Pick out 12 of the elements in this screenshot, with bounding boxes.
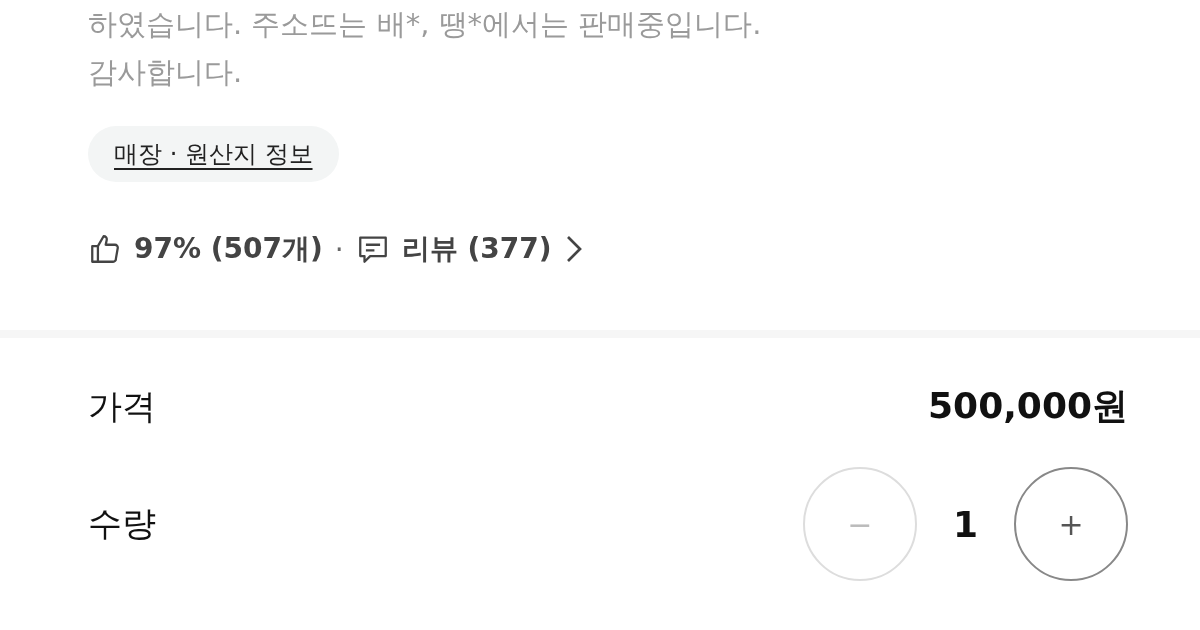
description-text: 하였습니다. 주소뜨는 배*, 땡*에서는 판매중입니다. <box>88 6 763 43</box>
review-count-link[interactable]: 리뷰 (377) <box>401 230 552 268</box>
thumbs-up-icon <box>88 232 122 266</box>
price-value: 500,000원 <box>928 384 1128 428</box>
description-text: 감사합니다. <box>88 54 244 91</box>
separator-dot: · <box>334 232 344 266</box>
quantity-label: 수량 <box>88 502 156 545</box>
quantity-value: 1 <box>952 503 978 545</box>
store-info-link[interactable]: 매장 · 원산지 정보 <box>88 126 339 182</box>
price-label: 가격 <box>88 384 156 428</box>
increase-button[interactable]: + <box>1014 467 1128 581</box>
like-rate: 97% (507개) <box>134 231 323 267</box>
